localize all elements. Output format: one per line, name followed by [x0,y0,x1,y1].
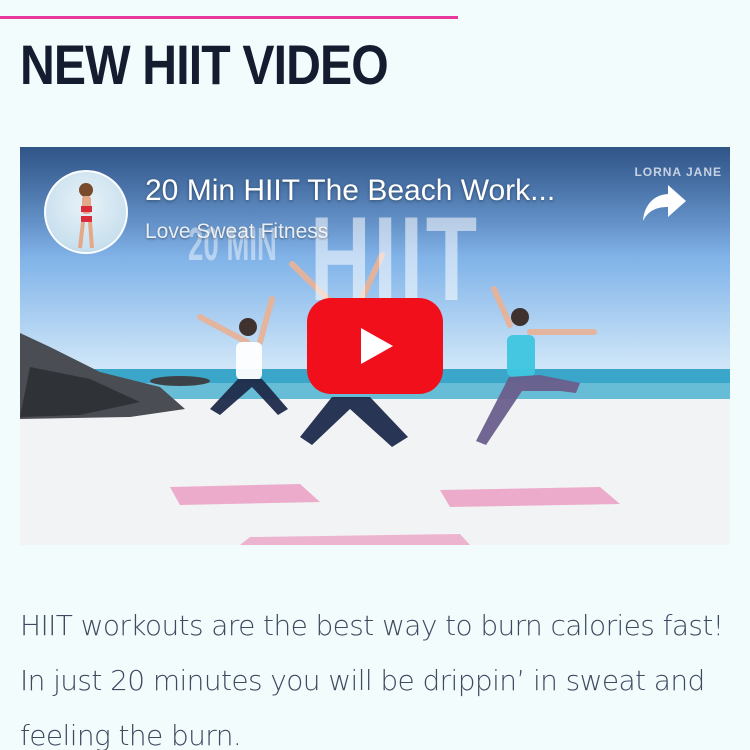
avatar-figure [78,183,94,249]
share-arrow-icon [643,185,686,221]
page: NEW HIIT VIDEO 20 MIN HIIT LORNA JANE 20… [0,0,750,750]
share-button[interactable] [640,179,690,225]
channel-avatar[interactable] [44,170,128,254]
play-button[interactable] [307,298,443,394]
channel-name[interactable]: Love Sweat Fitness [145,219,328,245]
youtube-play-icon [307,298,443,394]
video-embed[interactable]: 20 MIN HIIT LORNA JANE 20 Min HIIT The B… [20,147,730,545]
brand-logo: LORNA JANE [634,165,722,179]
page-title: NEW HIIT VIDEO [20,33,389,96]
accent-rule [0,16,458,19]
video-title[interactable]: 20 Min HIIT The Beach Work... [145,173,555,209]
article-paragraph: HIIT workouts are the best way to burn c… [20,609,724,750]
